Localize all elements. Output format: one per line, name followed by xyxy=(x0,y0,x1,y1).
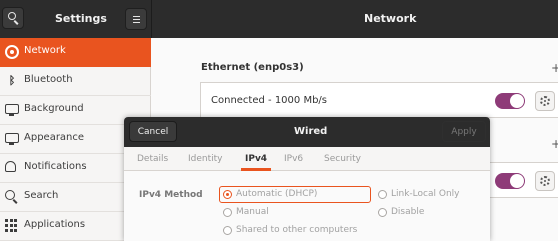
dialog-title: Wired xyxy=(294,126,328,137)
sidebar-item-bluetooth[interactable]: ᛒ Bluetooth xyxy=(0,67,151,96)
cancel-button[interactable]: Cancel xyxy=(129,121,177,142)
tab-security[interactable]: Security xyxy=(324,154,361,164)
radio-icon xyxy=(378,208,387,217)
ethernet-section-title: Ethernet (enp0s3) xyxy=(201,62,304,73)
tab-identity[interactable]: Identity xyxy=(188,154,223,164)
radio-icon xyxy=(223,208,232,217)
ipv4-method-label: IPv4 Method xyxy=(139,190,203,200)
sidebar-search-button[interactable] xyxy=(2,7,24,29)
dialog-tabs: Details Identity IPv4 IPv6 Security xyxy=(124,147,490,171)
sidebar-item-label: Applications xyxy=(24,219,86,230)
sidebar-item-label: Notifications xyxy=(24,161,87,172)
ipv4-settings: IPv4 Method Automatic (DHCP) Link-Local … xyxy=(124,172,490,241)
ethernet-toggle[interactable] xyxy=(495,93,525,109)
secondary-toggle[interactable] xyxy=(495,173,525,189)
tab-ipv6[interactable]: IPv6 xyxy=(284,154,303,164)
radio-icon xyxy=(223,226,232,235)
add-connection-button[interactable]: + xyxy=(551,62,558,74)
bell-icon xyxy=(5,161,16,172)
tab-details[interactable]: Details xyxy=(137,154,168,164)
ethernet-connection-row: Connected - 1000 Mb/s xyxy=(200,82,558,118)
sidebar-item-network[interactable]: Network xyxy=(0,38,151,67)
bluetooth-icon: ᛒ xyxy=(8,74,16,87)
settings-title: Settings xyxy=(55,12,107,25)
wired-dialog: Cancel Wired Apply Details Identity IPv4… xyxy=(124,117,490,241)
add-vpn-button[interactable]: + xyxy=(551,138,558,150)
grid-icon xyxy=(5,219,19,233)
window-titlebar: Settings Network xyxy=(0,0,558,38)
hamburger-icon xyxy=(133,16,140,18)
active-tab-indicator xyxy=(241,168,271,171)
apply-button[interactable]: Apply xyxy=(442,121,486,142)
tab-ipv4[interactable]: IPv4 xyxy=(245,154,267,164)
panel-title: Network xyxy=(364,12,417,25)
sidebar-item-label: Search xyxy=(24,190,59,201)
radio-checked-icon xyxy=(223,190,232,199)
wifi-icon xyxy=(5,45,19,59)
sidebar-item-label: Appearance xyxy=(24,132,85,143)
gear-icon xyxy=(540,96,550,106)
sidebar-item-label: Network xyxy=(24,45,66,56)
dialog-header: Cancel Wired Apply xyxy=(124,117,490,147)
connection-status: Connected - 1000 Mb/s xyxy=(211,95,327,106)
gear-icon xyxy=(540,176,550,186)
search-icon xyxy=(8,12,16,20)
sidebar-item-label: Background xyxy=(24,103,84,114)
monitor-icon xyxy=(5,104,19,116)
monitor-icon xyxy=(5,133,19,145)
sidebar-item-label: Bluetooth xyxy=(24,74,73,85)
radio-icon xyxy=(378,190,387,199)
ethernet-settings-button[interactable] xyxy=(535,91,555,111)
main-menu-button[interactable] xyxy=(125,8,147,30)
secondary-settings-button[interactable] xyxy=(535,171,555,191)
search-icon xyxy=(5,190,15,200)
